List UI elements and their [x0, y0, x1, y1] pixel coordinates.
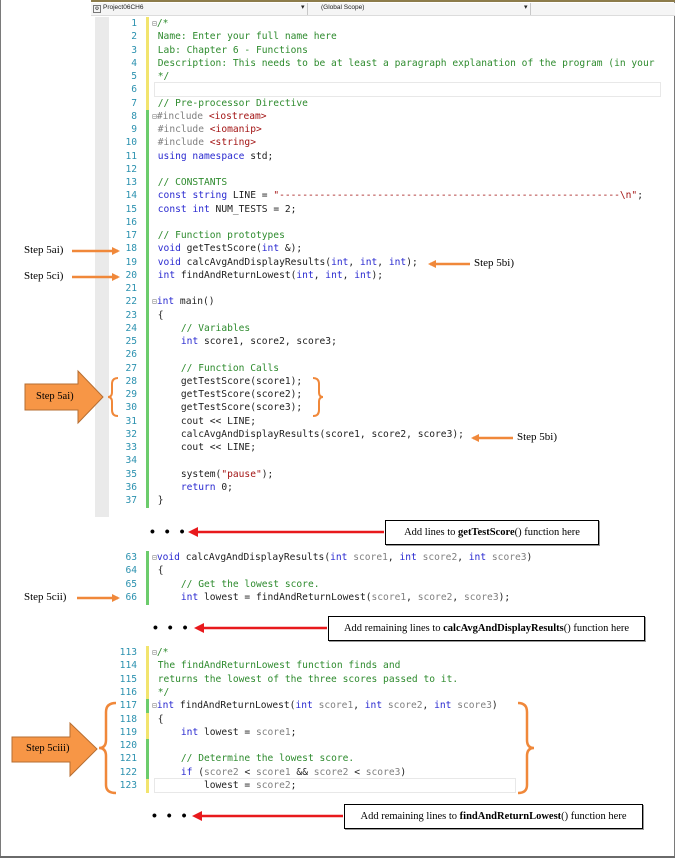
brace-right-step-5ciii	[517, 701, 535, 795]
ellipsis-1: • • •	[150, 523, 188, 539]
note1-prefix: Add lines to	[404, 527, 456, 538]
ellipsis-2: • • •	[153, 619, 191, 635]
note3-prefix: Add remaining lines to	[360, 811, 458, 822]
note2-prefix: Add remaining lines to	[343, 623, 441, 634]
label-step-5ai-line18: Step 5ai)	[24, 244, 64, 256]
label-step-5ai-calls: Step 5ai)	[36, 391, 74, 402]
note-getTestScore: Add lines to getTestScore() function her…	[385, 520, 599, 545]
note3-bold: findAndReturnLowest	[459, 811, 562, 822]
label-step-5ci-line20: Step 5ci)	[24, 270, 64, 282]
label-step-5ciii: Step 5ciii)	[26, 743, 70, 754]
brace-left-step-5ai	[107, 377, 119, 417]
annotation-layer	[11, 247, 535, 821]
note1-bold: getTestScore	[458, 527, 515, 538]
note-findAndReturnLowest: Add remaining lines to findAndReturnLowe…	[344, 804, 643, 829]
note2-bold: calcAvgAndDisplayResults	[443, 623, 564, 634]
brace-left-step-5ciii	[98, 701, 117, 795]
brace-right-step-5ai	[312, 377, 324, 417]
label-step-5bi-line32: Step 5bi)	[517, 431, 558, 443]
ellipsis-3: • • •	[152, 807, 190, 823]
label-step-5bi-line19: Step 5bi)	[474, 257, 515, 269]
note-calcAvgAndDisplayResults: Add remaining lines to calcAvgAndDisplay…	[328, 616, 645, 641]
note3-suffix: () function here	[561, 811, 627, 822]
note1-suffix: () function here	[514, 527, 580, 538]
label-step-5cii-line66: Step 5cii)	[24, 591, 67, 603]
note2-suffix: () function here	[563, 623, 630, 634]
